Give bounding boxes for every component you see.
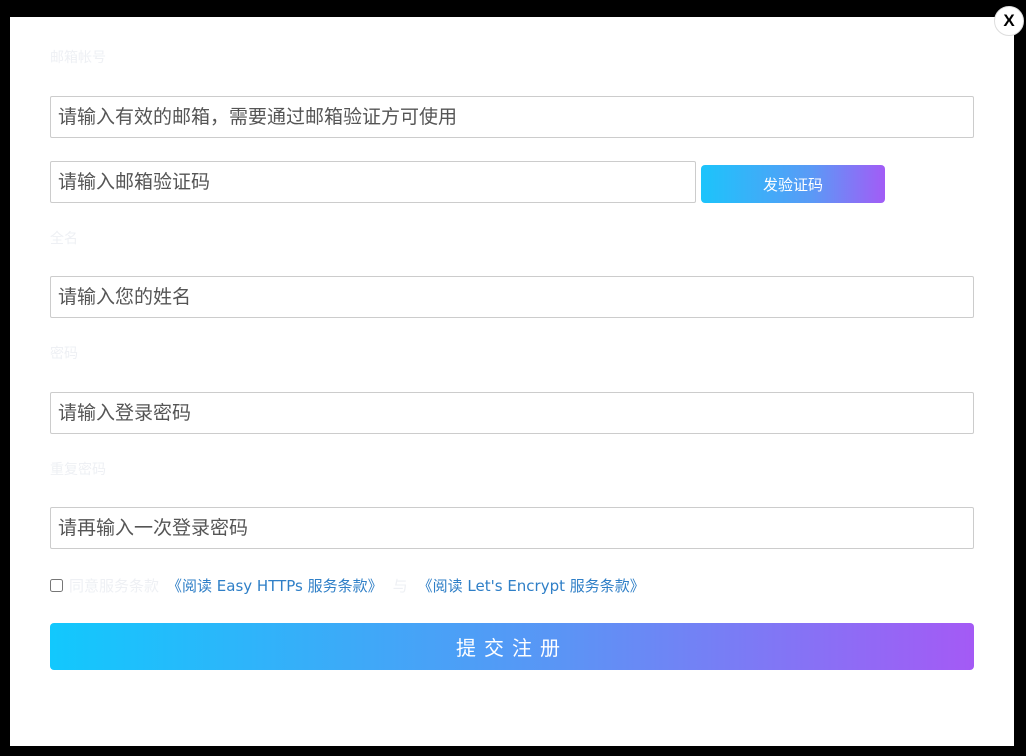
lets-encrypt-terms-link[interactable]: 《阅读 Let's Encrypt 服务条款》 — [418, 575, 645, 596]
agree-text: 同意服务条款 — [69, 576, 160, 595]
conjunction-text: 与 — [392, 576, 408, 595]
close-button[interactable]: X — [994, 6, 1024, 36]
email-label: 邮箱帐号 — [50, 50, 106, 66]
name-input[interactable] — [50, 276, 974, 318]
modal-overlay: 邮箱帐号 发验证码 全名 密码 重复密码 同意服务条款 《阅读 Easy HTT… — [0, 0, 1026, 756]
name-label: 全名 — [50, 231, 78, 247]
submit-register-button[interactable]: 提交注册 — [50, 623, 974, 670]
agree-checkbox[interactable] — [50, 578, 63, 592]
password-label: 密码 — [50, 346, 78, 362]
register-modal: 邮箱帐号 发验证码 全名 密码 重复密码 同意服务条款 《阅读 Easy HTT… — [10, 17, 1014, 746]
close-icon: X — [1003, 11, 1015, 30]
email-input[interactable] — [50, 96, 974, 138]
send-code-button[interactable]: 发验证码 — [701, 165, 885, 203]
verification-code-input[interactable] — [50, 161, 696, 203]
confirm-password-input[interactable] — [50, 507, 974, 549]
easy-https-terms-link[interactable]: 《阅读 Easy HTTPs 服务条款》 — [167, 575, 383, 596]
confirm-password-label: 重复密码 — [50, 462, 106, 478]
password-input[interactable] — [50, 392, 974, 434]
terms-row: 同意服务条款 《阅读 Easy HTTPs 服务条款》 与 《阅读 Let's … — [50, 575, 645, 595]
